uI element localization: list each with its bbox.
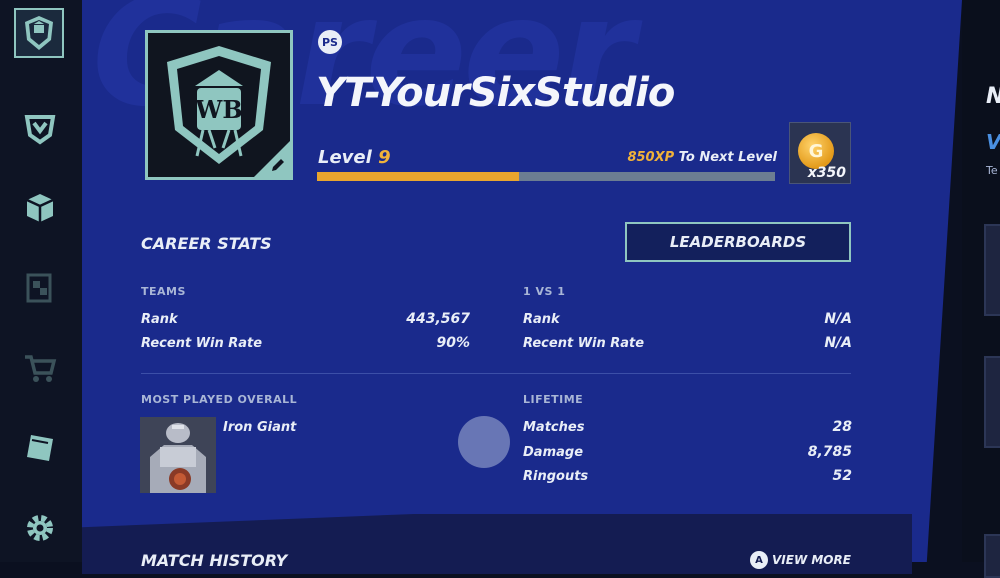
1v1-winrate-label: Recent Win Rate	[523, 336, 645, 351]
right-panel-letter-2: V	[986, 130, 1000, 154]
currency-count: x350	[807, 165, 846, 181]
currency-display[interactable]: G x350	[789, 122, 851, 184]
teams-rank-value: 443,567	[406, 311, 470, 327]
leaderboards-button[interactable]: LEADERBOARDS	[625, 222, 851, 262]
xp-progress-fill	[317, 172, 519, 181]
right-panel-card[interactable]	[984, 224, 1000, 316]
career-stats-title: CAREER STATS	[141, 234, 272, 253]
pencil-icon	[272, 159, 284, 171]
right-panel-card[interactable]	[984, 356, 1000, 448]
sidebar	[0, 0, 82, 562]
player-username: YT-YourSixStudio	[316, 70, 675, 116]
cursor-indicator	[458, 416, 510, 468]
a-button-icon: A	[750, 551, 768, 569]
gold-coin-icon: G	[798, 133, 834, 169]
lifetime-ringouts-value: 52	[832, 468, 852, 484]
wb-shield-icon[interactable]	[14, 8, 64, 58]
teams-winrate-label: Recent Win Rate	[141, 336, 263, 351]
wb-water-tower-icon: WB	[167, 46, 271, 164]
lifetime-heading: LIFETIME	[523, 393, 584, 406]
profile-avatar[interactable]: WB	[145, 30, 293, 180]
view-more-button[interactable]: A VIEW MORE	[750, 551, 851, 569]
box-icon[interactable]	[20, 188, 60, 228]
gear-icon[interactable]	[20, 508, 60, 548]
xp-progress-bar	[317, 172, 775, 181]
1v1-winrate-value: N/A	[824, 335, 852, 351]
emblem-icon[interactable]	[20, 108, 60, 148]
view-more-label: VIEW MORE	[772, 553, 851, 567]
teams-rank-label: Rank	[141, 312, 178, 327]
xp-amount: 850XP	[627, 150, 675, 165]
character-thumbnail[interactable]	[140, 417, 216, 493]
level-label: Level	[318, 147, 372, 168]
right-panel-letter: N	[986, 84, 1000, 109]
1v1-heading: 1 VS 1	[523, 285, 566, 298]
lifetime-damage-value: 8,785	[807, 444, 852, 460]
1v1-rank-value: N/A	[824, 311, 852, 327]
lifetime-damage-label: Damage	[523, 445, 584, 460]
most-played-character: Iron Giant	[223, 420, 297, 435]
most-played-heading: MOST PLAYED OVERALL	[141, 393, 298, 406]
playstation-icon: PS	[318, 30, 342, 54]
collection-icon[interactable]	[20, 268, 60, 308]
stats-divider	[141, 373, 851, 374]
teams-winrate-value: 90%	[436, 335, 470, 351]
teams-heading: TEAMS	[141, 285, 186, 298]
lifetime-matches-value: 28	[832, 419, 852, 435]
svg-text:WB: WB	[194, 95, 242, 124]
xp-suffix: To Next Level	[674, 150, 777, 165]
right-panel-text: Te	[986, 164, 998, 177]
match-history-title: MATCH HISTORY	[141, 551, 288, 570]
player-level: Level 9	[318, 147, 391, 168]
1v1-rank-label: Rank	[523, 312, 560, 327]
book-icon[interactable]	[20, 428, 60, 468]
xp-to-next-level: 850XP To Next Level	[560, 150, 777, 165]
lifetime-matches-label: Matches	[523, 420, 585, 435]
iron-giant-portrait	[140, 417, 216, 493]
cart-icon[interactable]	[20, 348, 60, 388]
right-panel-card[interactable]	[984, 534, 1000, 578]
lifetime-ringouts-label: Ringouts	[523, 469, 589, 484]
level-value: 9	[378, 147, 391, 168]
